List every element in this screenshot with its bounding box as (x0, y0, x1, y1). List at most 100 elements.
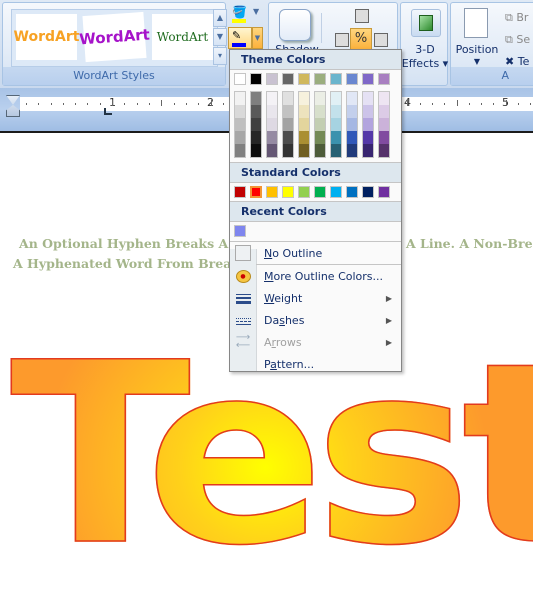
theme-shade-swatch[interactable] (299, 105, 309, 118)
theme-shade-swatch[interactable] (363, 144, 373, 157)
nudge-up-icon[interactable] (355, 9, 369, 23)
theme-shade-swatch[interactable] (235, 144, 245, 157)
3d-effects-group[interactable]: 3-D Effects ▾ (400, 2, 448, 86)
theme-shade-swatch[interactable] (235, 105, 245, 118)
theme-shades-grid (230, 85, 401, 158)
nudge-left-icon[interactable] (335, 33, 349, 47)
menu-item-dashes[interactable]: Dashes ▶ (230, 309, 401, 331)
theme-shade-swatch[interactable] (347, 131, 357, 144)
theme-shade-swatch[interactable] (379, 92, 389, 105)
wordart-style-3[interactable]: WordArt (152, 14, 213, 60)
theme-color-swatch[interactable] (314, 73, 326, 85)
theme-color-swatch[interactable] (362, 73, 374, 85)
theme-shade-swatch[interactable] (283, 118, 293, 131)
theme-shade-swatch[interactable] (283, 144, 293, 157)
theme-shade-swatch[interactable] (235, 131, 245, 144)
theme-shade-swatch[interactable] (299, 92, 309, 105)
standard-color-swatch[interactable] (234, 186, 246, 198)
chevron-down-icon: ▼ (253, 7, 260, 16)
theme-shade-swatch[interactable] (363, 105, 373, 118)
theme-color-swatch[interactable] (378, 73, 390, 85)
menu-item-no-outline[interactable]: No Outline (230, 242, 401, 264)
theme-shade-swatch[interactable] (251, 131, 261, 144)
theme-shade-swatch[interactable] (235, 92, 245, 105)
standard-color-swatch[interactable] (298, 186, 310, 198)
theme-color-swatch[interactable] (282, 73, 294, 85)
theme-shade-swatch[interactable] (267, 105, 277, 118)
theme-shade-swatch[interactable] (363, 92, 373, 105)
theme-shade-swatch[interactable] (331, 105, 341, 118)
shape-outline-dropdown-button[interactable]: ▼ (252, 27, 263, 49)
theme-shade-swatch[interactable] (363, 131, 373, 144)
shape-outline-button[interactable]: ✎ (228, 27, 252, 49)
gallery-scroll-down-button[interactable]: ▼ (213, 28, 227, 46)
menu-item-label: Arrows (264, 335, 302, 349)
position-button[interactable]: Position (453, 43, 501, 56)
standard-color-swatch[interactable] (346, 186, 358, 198)
indent-marker-handle[interactable] (6, 95, 20, 117)
theme-shade-swatch[interactable] (299, 118, 309, 131)
standard-color-swatch[interactable] (282, 186, 294, 198)
theme-shade-swatch[interactable] (267, 144, 277, 157)
theme-color-swatch[interactable] (298, 73, 310, 85)
theme-shade-swatch[interactable] (299, 131, 309, 144)
menu-item-weight[interactable]: Weight ▶ (230, 287, 401, 309)
theme-shade-swatch[interactable] (235, 118, 245, 131)
theme-color-swatch[interactable] (266, 73, 278, 85)
theme-shade-swatch[interactable] (251, 144, 261, 157)
theme-shade-swatch[interactable] (379, 144, 389, 157)
standard-color-swatch[interactable] (266, 186, 278, 198)
wordart-style-1[interactable]: WordArt (14, 14, 79, 60)
theme-shade-swatch[interactable] (251, 118, 261, 131)
theme-shade-swatch[interactable] (251, 105, 261, 118)
tab-stop-icon[interactable] (104, 108, 112, 115)
theme-shade-swatch[interactable] (267, 131, 277, 144)
wordart-style-2[interactable]: WordArt (79, 11, 150, 63)
theme-shade-swatch[interactable] (315, 118, 325, 131)
recent-color-swatch[interactable] (234, 225, 246, 237)
theme-shade-swatch[interactable] (283, 105, 293, 118)
theme-shade-swatch[interactable] (379, 118, 389, 131)
theme-shade-swatch[interactable] (331, 131, 341, 144)
theme-shade-swatch[interactable] (283, 92, 293, 105)
theme-shade-swatch[interactable] (267, 92, 277, 105)
standard-color-swatch[interactable] (362, 186, 374, 198)
theme-color-swatch[interactable] (234, 73, 246, 85)
standard-color-swatch[interactable] (330, 186, 342, 198)
theme-shade-swatch[interactable] (283, 131, 293, 144)
theme-shade-swatch[interactable] (331, 92, 341, 105)
theme-shade-swatch[interactable] (315, 92, 325, 105)
theme-color-swatch[interactable] (330, 73, 342, 85)
theme-shade-swatch[interactable] (347, 92, 357, 105)
nudge-right-icon[interactable] (374, 33, 388, 47)
bring-to-front-button[interactable]: ⧉ Br (505, 11, 528, 25)
shadow-toggle-button[interactable]: % (350, 28, 372, 50)
theme-shade-swatch[interactable] (347, 144, 357, 157)
menu-item-palette[interactable]: ● More Outline Colors... (230, 265, 401, 287)
shadow-icon[interactable] (279, 9, 311, 41)
wordart-styles-label: WordArt Styles (3, 67, 225, 85)
standard-color-swatch[interactable] (250, 186, 262, 198)
shape-fill-button[interactable]: 🪣 ▼ (228, 5, 264, 25)
theme-shade-swatch[interactable] (315, 131, 325, 144)
gallery-scroll-up-button[interactable]: ▲ (213, 9, 227, 27)
theme-shade-swatch[interactable] (315, 144, 325, 157)
standard-color-swatch[interactable] (314, 186, 326, 198)
theme-shade-swatch[interactable] (331, 144, 341, 157)
theme-shade-swatch[interactable] (347, 118, 357, 131)
gallery-more-button[interactable]: ▾ (213, 47, 227, 65)
theme-shade-swatch[interactable] (347, 105, 357, 118)
theme-shade-swatch[interactable] (363, 118, 373, 131)
menu-item-pattern[interactable]: Pattern... (230, 353, 401, 375)
standard-color-swatch[interactable] (378, 186, 390, 198)
theme-shade-swatch[interactable] (379, 105, 389, 118)
theme-color-swatch[interactable] (250, 73, 262, 85)
theme-color-swatch[interactable] (346, 73, 358, 85)
theme-shade-swatch[interactable] (315, 105, 325, 118)
theme-shade-swatch[interactable] (379, 131, 389, 144)
theme-shade-swatch[interactable] (251, 92, 261, 105)
theme-shade-swatch[interactable] (299, 144, 309, 157)
theme-shade-swatch[interactable] (331, 118, 341, 131)
theme-shade-swatch[interactable] (267, 118, 277, 131)
send-to-back-button[interactable]: ⧉ Se (505, 33, 530, 47)
